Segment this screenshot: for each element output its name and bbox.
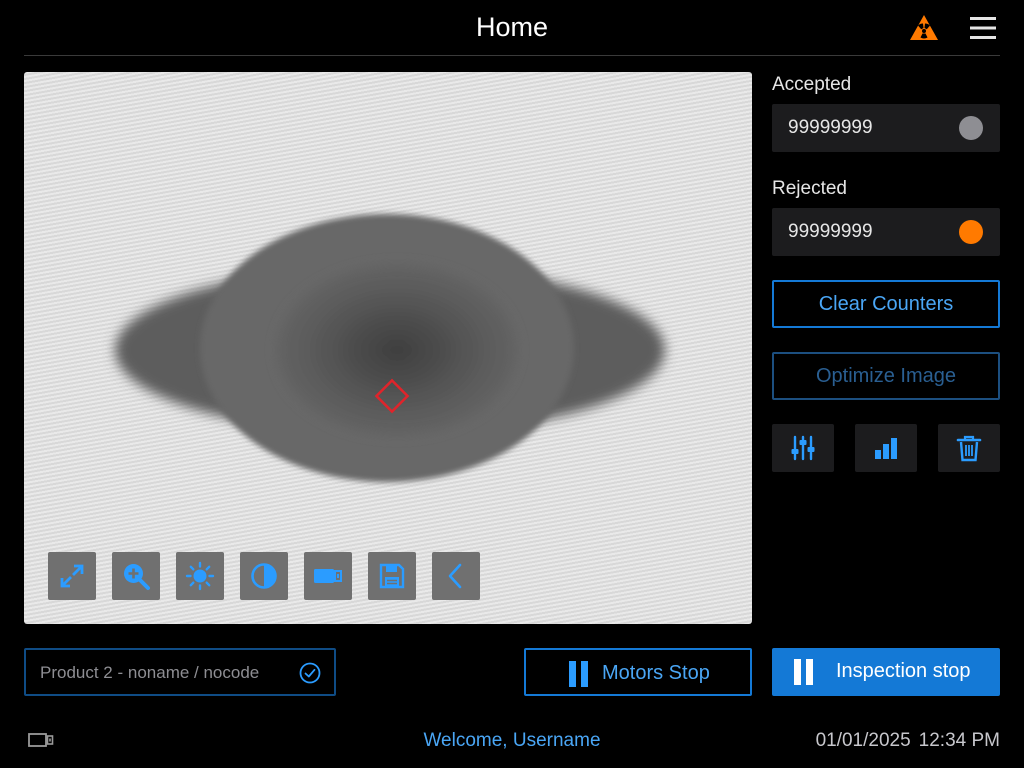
rejected-indicator (959, 220, 983, 244)
brightness-icon (185, 561, 215, 591)
settings-button[interactable] (772, 424, 834, 472)
clear-counters-button[interactable]: Clear Counters (772, 280, 1000, 328)
check-circle-icon (299, 662, 321, 684)
rejected-counter: 99999999 (772, 208, 1000, 256)
chevron-left-icon (448, 563, 462, 589)
expand-icon (60, 564, 84, 588)
xray-image (115, 214, 665, 482)
header-divider (24, 55, 1000, 56)
page-title: Home (475, 12, 549, 42)
delete-button[interactable] (938, 424, 1000, 472)
bar-chart-icon (875, 438, 897, 459)
sliders-icon (791, 435, 815, 461)
radiation-warning-icon[interactable] (908, 13, 940, 43)
save-button[interactable] (368, 552, 416, 600)
hamburger-menu-icon[interactable] (968, 14, 1000, 42)
motors-stop-label: Motors Stop (602, 662, 710, 684)
brightness-button[interactable] (176, 552, 224, 600)
product-name: Product 2 - noname / nocode (40, 663, 260, 682)
inspection-stop-button[interactable]: Inspection stop (772, 648, 1000, 696)
datetime: 01/01/2025 12:34 PM (808, 730, 1000, 752)
top-bar: Home (0, 0, 1024, 56)
statistics-button[interactable] (855, 424, 917, 472)
save-icon (379, 563, 405, 589)
pause-icon (794, 659, 813, 685)
expand-button[interactable] (48, 552, 96, 600)
date: 01/01/2025 (815, 730, 911, 751)
contrast-button[interactable] (240, 552, 288, 600)
zoom-in-button[interactable] (112, 552, 160, 600)
optimize-image-button[interactable]: Optimize Image (772, 352, 1000, 400)
rejected-count: 99999999 (788, 221, 873, 242)
accepted-count: 99999999 (788, 117, 873, 138)
time: 12:34 PM (918, 730, 1000, 751)
accepted-indicator (959, 116, 983, 140)
camera-button[interactable] (304, 552, 352, 600)
accepted-label: Accepted (772, 74, 852, 95)
trash-icon (956, 435, 982, 462)
product-core (277, 265, 517, 435)
camera-icon (314, 569, 342, 583)
rejected-label: Rejected (772, 178, 847, 199)
motors-stop-button[interactable]: Motors Stop (524, 648, 752, 696)
xray-image-viewer[interactable] (24, 72, 752, 624)
accepted-counter: 99999999 (772, 104, 1000, 152)
zoom-in-icon (124, 564, 150, 590)
contrast-icon (251, 563, 277, 589)
inspection-stop-label: Inspection stop (836, 660, 971, 682)
product-selector[interactable]: Product 2 - noname / nocode (24, 648, 336, 696)
collapse-toolbar-button[interactable] (432, 552, 480, 600)
pause-icon (569, 661, 588, 687)
